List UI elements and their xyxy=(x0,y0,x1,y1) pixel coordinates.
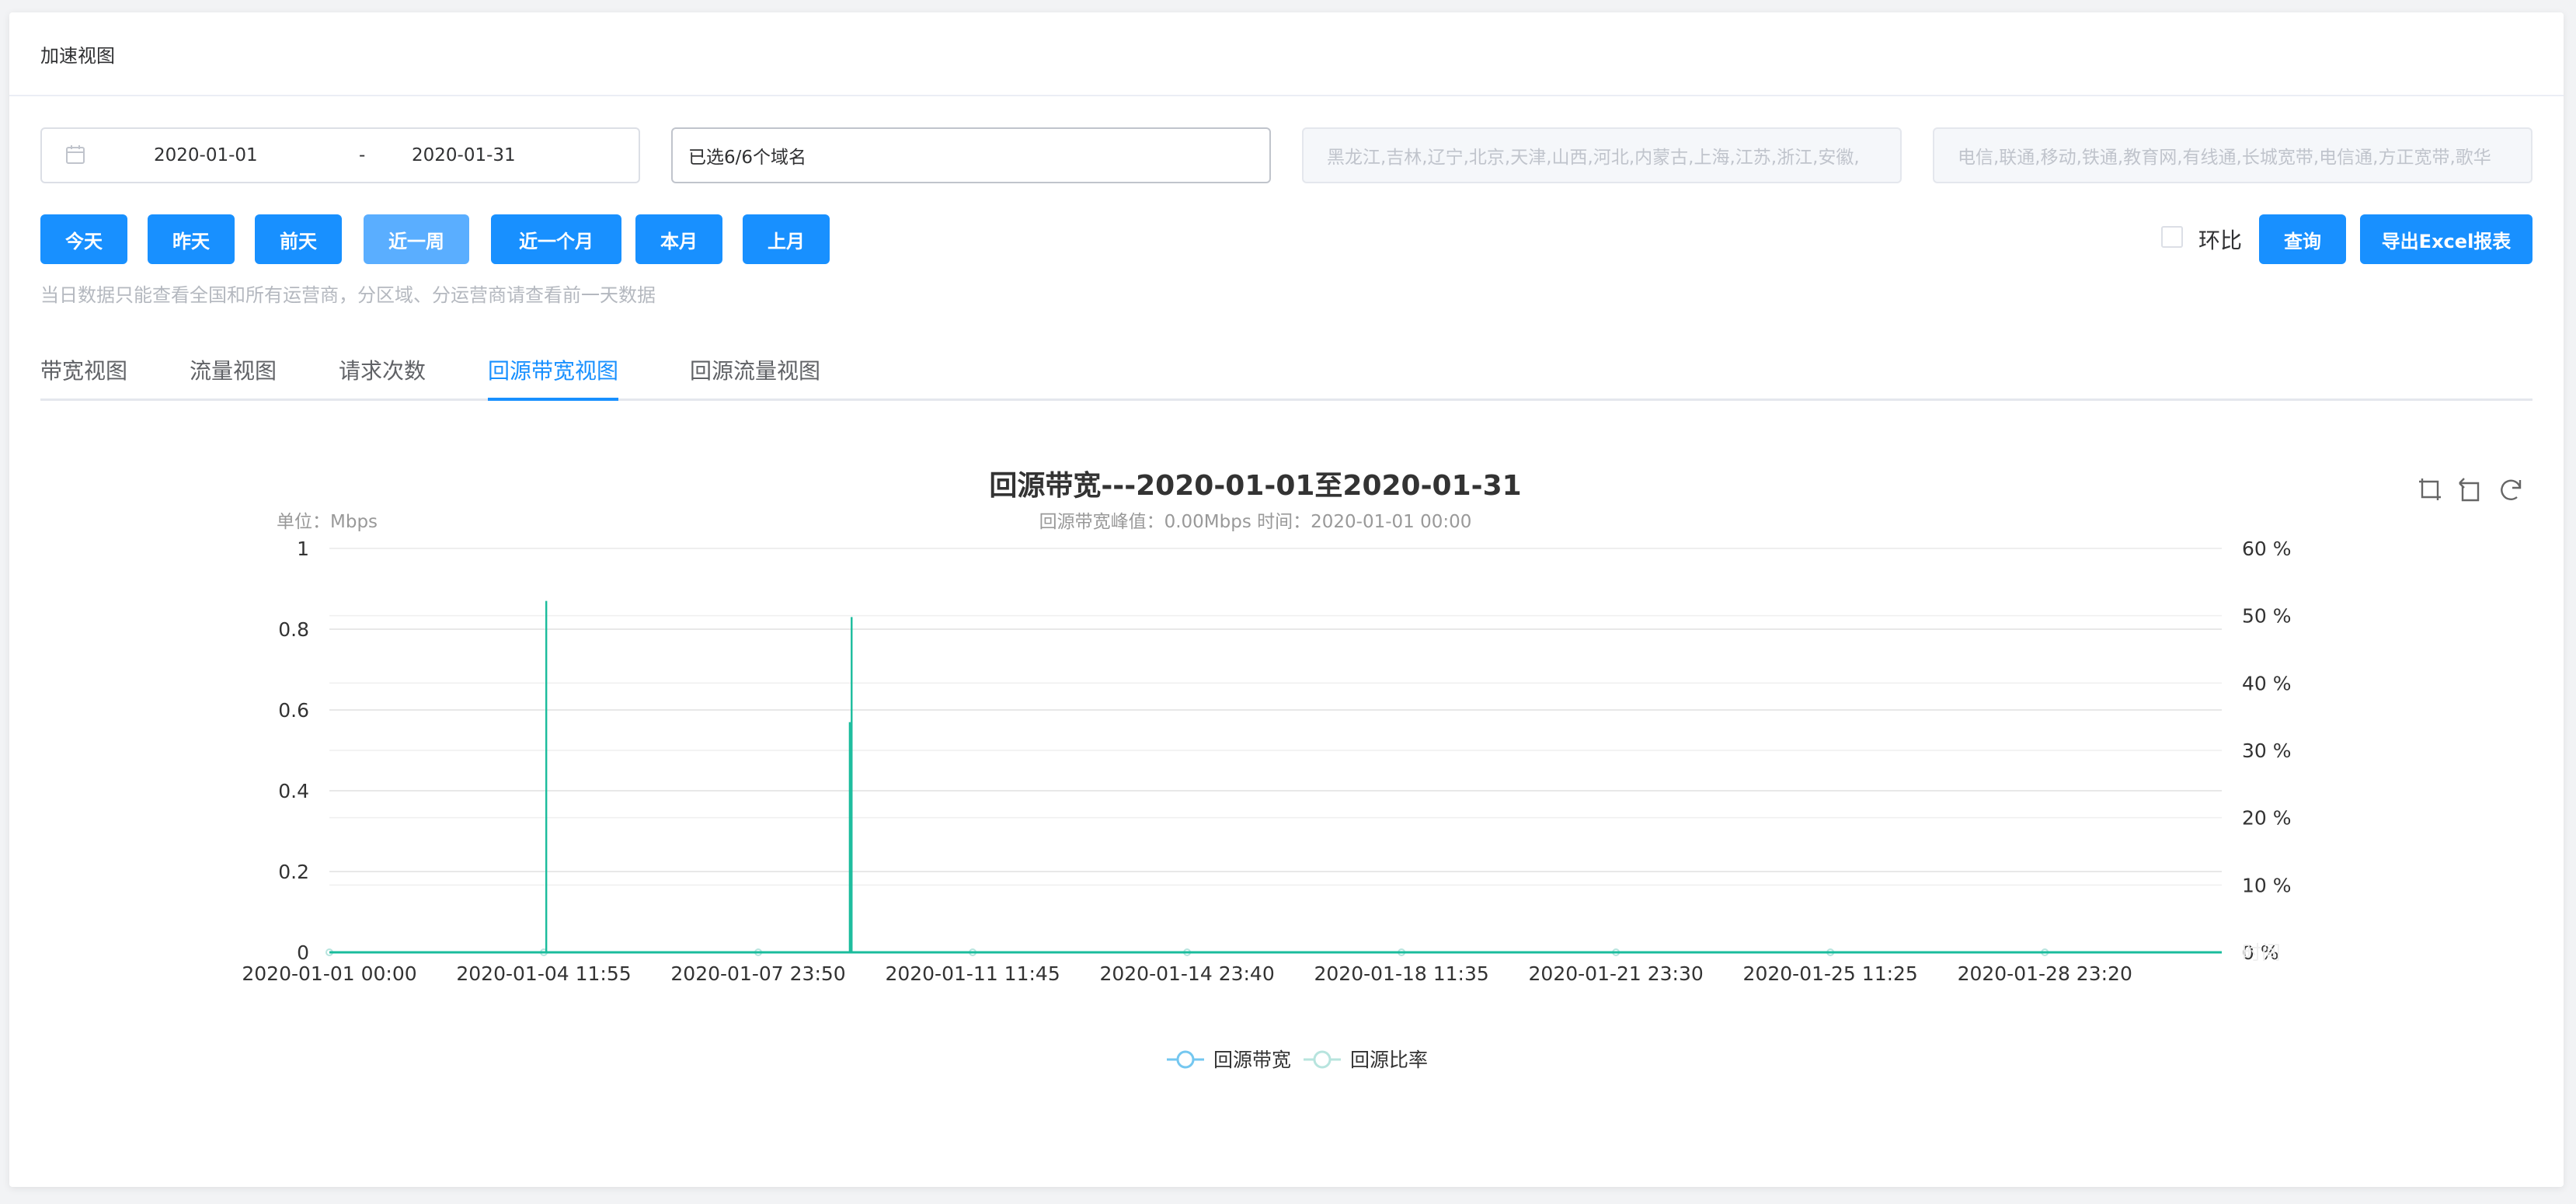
card-header: 加速视图 xyxy=(9,12,2564,96)
x-tick-marker xyxy=(969,948,977,956)
date-separator: - xyxy=(359,145,366,165)
today-button[interactable]: 今天 xyxy=(40,214,127,264)
tab-origin-traffic[interactable]: 回源流量视图 xyxy=(690,346,820,401)
x-tick-marker xyxy=(325,948,333,956)
y-tick-label: 0.4 xyxy=(278,780,309,802)
day-before-button[interactable]: 前天 xyxy=(255,214,342,264)
region-select-value: 黑龙江,吉林,辽宁,北京,天津,山西,河北,内蒙古,上海,江苏,浙江,安徽, xyxy=(1327,148,1860,168)
y-tick-label: 0 xyxy=(297,941,309,964)
last-week-button[interactable]: 近一周 xyxy=(364,214,469,264)
x-tick-label: 2020-01-18 11:35 xyxy=(1314,962,1488,985)
y2-tick-label: 20 % xyxy=(2242,807,2292,830)
x-tick-label: 2020-01-14 23:40 xyxy=(1099,962,1274,985)
y2-tick-label: 40 % xyxy=(2242,672,2292,694)
chart-title: 回源带宽---2020-01-01至2020-01-31 xyxy=(989,470,1522,502)
legend-label: 回源比率 xyxy=(1350,1049,1428,1071)
origin-bandwidth-chart: 00.20.40.60.810 %10 %20 %30 %40 %50 %60 … xyxy=(242,538,2292,1071)
y-tick-label: 1 xyxy=(297,538,309,560)
export-excel-button[interactable]: 导出Excel报表 xyxy=(2360,214,2532,264)
date-start[interactable]: 2020-01-01 xyxy=(154,145,258,165)
legend-marker xyxy=(1313,1050,1332,1069)
tab-traffic[interactable]: 流量视图 xyxy=(190,346,277,401)
y2-tick-label: 50 % xyxy=(2242,605,2292,628)
x-tick-label: 2020-01-21 23:30 xyxy=(1529,962,1704,985)
x-tick-label: 2020-01-04 11:55 xyxy=(456,962,631,985)
y2-tick-label: 60 % xyxy=(2242,538,2292,560)
yesterday-button[interactable]: 昨天 xyxy=(148,214,235,264)
data-hint: 当日数据只能查看全国和所有运营商，分区域、分运营商请查看前一天数据 xyxy=(40,284,656,306)
x-tick-marker xyxy=(1183,948,1192,956)
domain-select-value: 已选6/6个域名 xyxy=(688,148,807,168)
date-end[interactable]: 2020-01-31 xyxy=(412,145,516,165)
tab-requests[interactable]: 请求次数 xyxy=(339,346,426,401)
compare-label: 环比 xyxy=(2198,228,2243,253)
y-tick-label: 0.8 xyxy=(278,618,309,641)
x-tick-label: 2020-01-01 00:00 xyxy=(242,962,416,985)
last-month-button[interactable]: 近一个月 xyxy=(491,214,621,264)
x-tick-marker xyxy=(1398,948,1406,956)
query-button[interactable]: 查询 xyxy=(2259,214,2346,264)
x-tick-marker xyxy=(1826,948,1835,956)
x-tick-label: 2020-01-25 11:25 xyxy=(1743,962,1918,985)
x-tick-marker xyxy=(754,948,763,956)
region-select: 黑龙江,吉林,辽宁,北京,天津,山西,河北,内蒙古,上海,江苏,浙江,安徽, xyxy=(1302,127,1902,183)
x-tick-label: 2020-01-28 23:20 xyxy=(1958,962,2132,985)
isp-select-value: 电信,联通,移动,铁通,教育网,有线通,长城宽带,电信通,方正宽带,歌华 xyxy=(1958,148,2491,168)
x-axis-name: 时间 xyxy=(2242,941,2281,964)
chart-subtitle: 回源带宽峰值：0.00Mbps 时间：2020-01-01 00:00 xyxy=(1039,512,1472,532)
legend-marker xyxy=(1176,1050,1195,1069)
domain-select[interactable]: 已选6/6个域名 xyxy=(671,127,1271,183)
page-title: 加速视图 xyxy=(40,44,115,67)
chart-unit-label: 单位：Mbps xyxy=(277,512,378,532)
y2-tick-label: 0 % xyxy=(2242,941,2279,964)
isp-select: 电信,联通,移动,铁通,教育网,有线通,长城宽带,电信通,方正宽带,歌华 xyxy=(1933,127,2532,183)
this-month-button[interactable]: 本月 xyxy=(635,214,722,264)
x-tick-marker xyxy=(540,948,548,956)
x-tick-label: 2020-01-11 11:45 xyxy=(885,962,1060,985)
zoom-icon[interactable] xyxy=(2416,475,2444,503)
legend-label: 回源带宽 xyxy=(1213,1049,1291,1071)
tab-bandwidth[interactable]: 带宽视图 xyxy=(40,346,127,401)
prev-month-button[interactable]: 上月 xyxy=(743,214,830,264)
y2-tick-label: 30 % xyxy=(2242,739,2292,762)
main-card: 加速视图 2020-01-01 - 2020-01-31 已选6/6个域名 黑龙… xyxy=(9,12,2564,1187)
view-tabs: 带宽视图 流量视图 请求次数 回源带宽视图 回源流量视图 xyxy=(40,346,2532,401)
x-tick-marker xyxy=(1612,948,1620,956)
y-tick-label: 0.6 xyxy=(278,699,309,722)
calendar-icon xyxy=(65,144,85,165)
tab-origin-bandwidth[interactable]: 回源带宽视图 xyxy=(488,346,619,401)
x-tick-label: 2020-01-07 23:50 xyxy=(670,962,845,985)
restore-icon[interactable] xyxy=(2497,475,2525,503)
x-tick-marker xyxy=(2041,948,2049,956)
zoom-reset-icon[interactable] xyxy=(2456,475,2484,503)
compare-checkbox[interactable] xyxy=(2161,226,2183,248)
date-range-picker[interactable]: 2020-01-01 - 2020-01-31 xyxy=(40,127,640,183)
y2-tick-label: 10 % xyxy=(2242,874,2292,896)
y-tick-label: 0.2 xyxy=(278,861,309,883)
